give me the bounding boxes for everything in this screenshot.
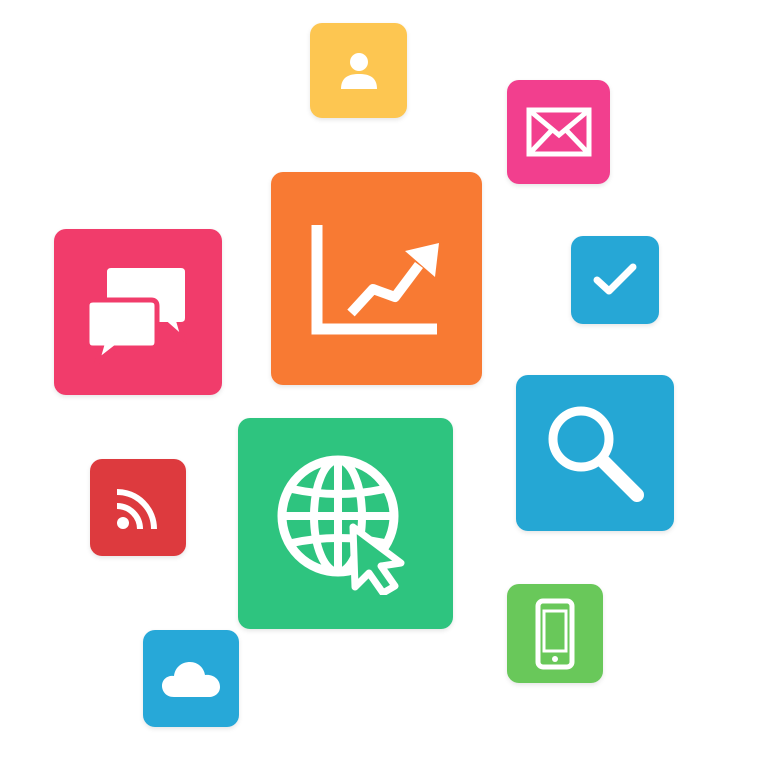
cloud-tile[interactable] bbox=[143, 630, 239, 727]
mail-tile[interactable] bbox=[507, 80, 610, 184]
globe-cursor-icon bbox=[277, 455, 404, 595]
mobile-tile[interactable] bbox=[507, 584, 603, 683]
rss-icon bbox=[116, 488, 157, 529]
icon-cluster bbox=[0, 0, 759, 776]
growth-chart-icon bbox=[311, 224, 439, 334]
envelope-icon bbox=[526, 107, 591, 157]
rss-tile[interactable] bbox=[90, 459, 186, 556]
user-icon bbox=[340, 52, 377, 89]
web-globe-tile[interactable] bbox=[238, 418, 453, 629]
checkmark-icon bbox=[593, 263, 637, 295]
search-tile[interactable] bbox=[516, 375, 674, 531]
check-tile[interactable] bbox=[571, 236, 659, 324]
search-icon bbox=[548, 406, 644, 502]
smartphone-icon bbox=[535, 598, 575, 669]
chat-bubbles-icon bbox=[84, 264, 189, 364]
cloud-icon bbox=[162, 661, 220, 697]
growth-chart-tile[interactable] bbox=[271, 172, 482, 385]
user-tile[interactable] bbox=[310, 23, 407, 118]
chat-tile[interactable] bbox=[54, 229, 222, 395]
